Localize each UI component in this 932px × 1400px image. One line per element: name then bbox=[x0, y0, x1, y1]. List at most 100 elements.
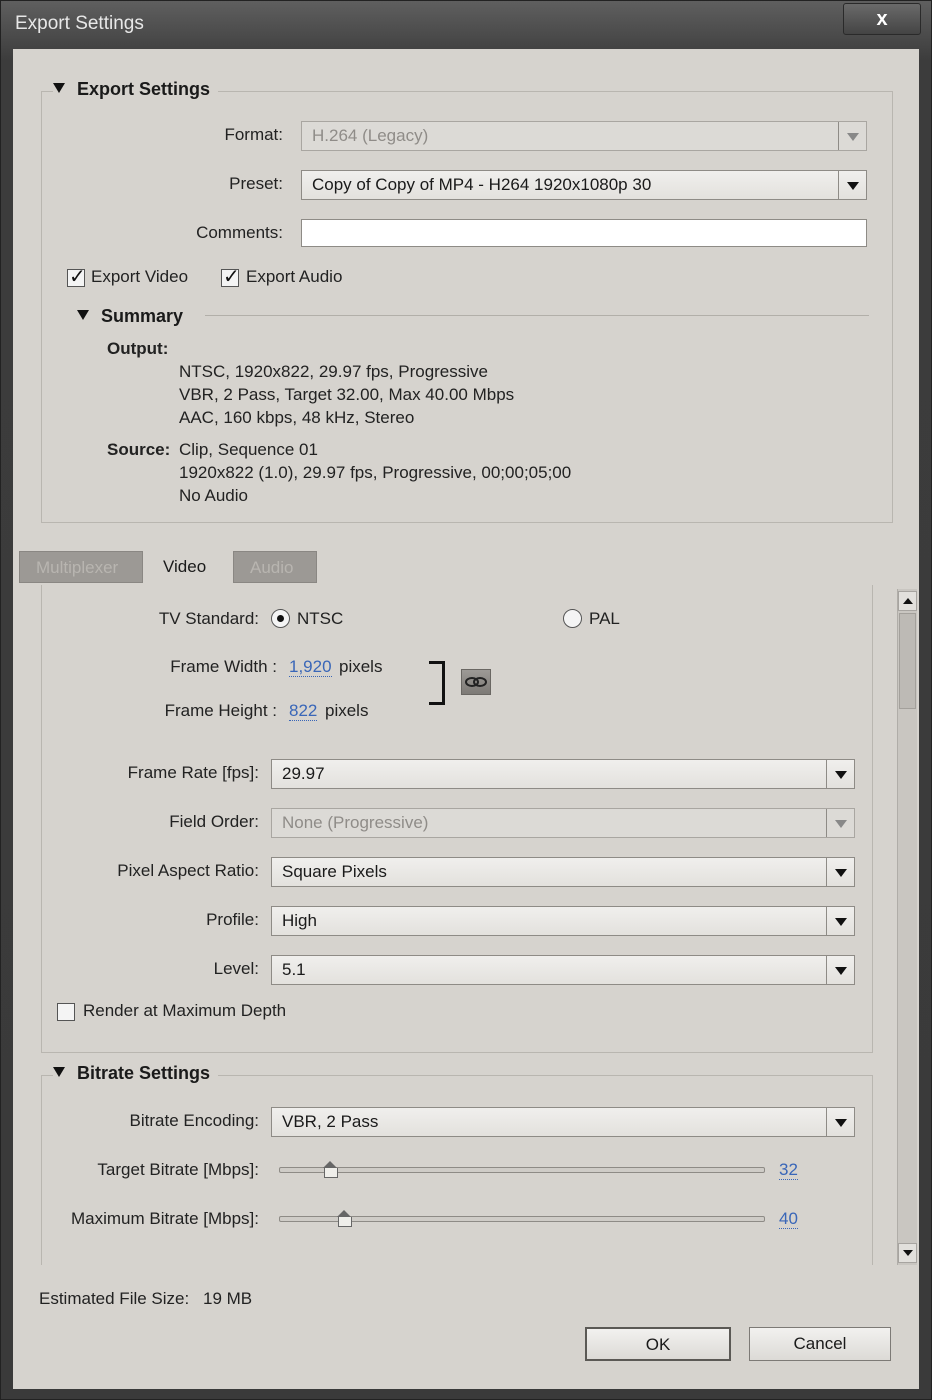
chevron-down-icon bbox=[826, 1108, 854, 1136]
ntsc-radio[interactable] bbox=[271, 609, 290, 628]
max-bitrate-value[interactable]: 40 bbox=[779, 1209, 798, 1229]
source-line-3: No Audio bbox=[179, 486, 248, 505]
export-settings-window: Export Settings x Export Settings Format… bbox=[0, 0, 932, 1400]
tab-video[interactable]: Video bbox=[147, 551, 231, 583]
summary-heading[interactable]: Summary bbox=[77, 306, 183, 327]
preset-value: Copy of Copy of MP4 - H264 1920x1080p 30 bbox=[312, 175, 652, 194]
link-glyph-icon bbox=[465, 677, 487, 687]
level-label: Level: bbox=[213, 959, 259, 978]
output-line-2: VBR, 2 Pass, Target 32.00, Max 40.00 Mbp… bbox=[179, 385, 515, 404]
window-title: Export Settings bbox=[15, 13, 144, 34]
source-line-2: 1920x822 (1.0), 29.97 fps, Progressive, … bbox=[179, 463, 572, 482]
profile-dropdown[interactable]: High bbox=[271, 906, 855, 936]
profile-value: High bbox=[282, 911, 317, 930]
summary-heading-label: Summary bbox=[101, 306, 184, 326]
collapse-triangle-icon[interactable] bbox=[77, 310, 89, 320]
preset-dropdown[interactable]: Copy of Copy of MP4 - H264 1920x1080p 30 bbox=[301, 170, 867, 200]
pal-radio[interactable] bbox=[563, 609, 582, 628]
target-bitrate-value[interactable]: 32 bbox=[779, 1160, 798, 1180]
dialog-body: Export Settings Format: H.264 (Legacy) P… bbox=[13, 49, 919, 1389]
frame-height-label: Frame Height : bbox=[164, 701, 277, 720]
bitrate-encoding-label: Bitrate Encoding: bbox=[129, 1111, 259, 1130]
scroll-down-arrow-icon[interactable] bbox=[898, 1243, 917, 1263]
max-bitrate-link[interactable]: 40 bbox=[779, 1209, 798, 1229]
ntsc-label[interactable]: NTSC bbox=[297, 609, 343, 629]
target-bitrate-slider[interactable] bbox=[279, 1167, 765, 1173]
export-settings-heading-label: Export Settings bbox=[77, 79, 211, 99]
profile-label: Profile: bbox=[206, 910, 259, 929]
tab-multiplexer[interactable]: Multiplexer bbox=[19, 551, 143, 583]
comments-field[interactable] bbox=[301, 219, 867, 247]
frame-rate-value: 29.97 bbox=[282, 764, 325, 783]
frame-height-value[interactable]: 822 bbox=[289, 701, 318, 721]
output-line-1: NTSC, 1920x822, 29.97 fps, Progressive bbox=[179, 362, 488, 381]
close-button[interactable]: x bbox=[843, 3, 921, 35]
max-bitrate-label: Maximum Bitrate [Mbps]: bbox=[71, 1209, 259, 1228]
video-settings-pane: TV Standard: NTSC PAL Frame Width : 1,92… bbox=[15, 585, 919, 1265]
chevron-down-icon bbox=[838, 171, 866, 199]
checkmark-icon: ✓ bbox=[69, 266, 86, 288]
field-order-label: Field Order: bbox=[169, 812, 259, 831]
target-bitrate-label: Target Bitrate [Mbps]: bbox=[97, 1160, 259, 1179]
scroll-up-arrow-icon[interactable] bbox=[898, 591, 917, 611]
level-dropdown[interactable]: 5.1 bbox=[271, 955, 855, 985]
title-bar: Export Settings x bbox=[1, 1, 932, 49]
export-settings-heading[interactable]: Export Settings bbox=[53, 79, 219, 100]
summary-divider bbox=[205, 315, 869, 316]
file-size-value: 19 MB bbox=[203, 1289, 253, 1308]
file-size-label: Estimated File Size: bbox=[39, 1289, 190, 1308]
frame-height-unit: pixels bbox=[325, 701, 369, 720]
source-line-1: Clip, Sequence 01 bbox=[179, 440, 318, 459]
ok-button[interactable]: OK bbox=[585, 1327, 731, 1361]
scrollbar-thumb[interactable] bbox=[899, 613, 916, 709]
bitrate-encoding-value: VBR, 2 Pass bbox=[282, 1112, 379, 1131]
frame-rate-label: Frame Rate [fps]: bbox=[127, 763, 259, 782]
max-bitrate-thumb[interactable] bbox=[337, 1210, 352, 1227]
export-video-checkbox[interactable]: ✓ bbox=[67, 266, 86, 288]
frame-height-link[interactable]: 822 bbox=[289, 701, 318, 721]
bitrate-encoding-dropdown[interactable]: VBR, 2 Pass bbox=[271, 1107, 855, 1137]
target-bitrate-link[interactable]: 32 bbox=[779, 1160, 798, 1180]
frame-width-link[interactable]: 1,920 bbox=[289, 657, 332, 677]
frame-rate-dropdown[interactable]: 29.97 bbox=[271, 759, 855, 789]
format-dropdown[interactable]: H.264 (Legacy) bbox=[301, 121, 867, 151]
chevron-down-icon bbox=[838, 122, 866, 150]
output-line-3: AAC, 160 kbps, 48 kHz, Stereo bbox=[179, 408, 415, 427]
export-audio-label[interactable]: Export Audio bbox=[246, 267, 342, 287]
constrain-bracket-icon bbox=[429, 661, 445, 705]
export-audio-checkbox[interactable]: ✓ bbox=[221, 266, 240, 288]
frame-width-value[interactable]: 1,920 bbox=[289, 657, 332, 677]
vertical-scrollbar[interactable] bbox=[897, 589, 917, 1265]
cancel-button[interactable]: Cancel bbox=[749, 1327, 891, 1361]
radio-dot-icon bbox=[277, 615, 284, 622]
collapse-triangle-icon[interactable] bbox=[53, 83, 65, 93]
par-dropdown[interactable]: Square Pixels bbox=[271, 857, 855, 887]
par-value: Square Pixels bbox=[282, 862, 387, 881]
field-order-value: None (Progressive) bbox=[282, 813, 429, 832]
chain-link-icon[interactable] bbox=[461, 669, 491, 695]
chevron-down-icon bbox=[826, 956, 854, 984]
preset-label: Preset: bbox=[229, 174, 283, 193]
bitrate-heading-label: Bitrate Settings bbox=[77, 1063, 211, 1083]
field-order-dropdown[interactable]: None (Progressive) bbox=[271, 808, 855, 838]
chevron-down-icon bbox=[826, 907, 854, 935]
format-label: Format: bbox=[224, 125, 283, 144]
comments-label: Comments: bbox=[196, 223, 283, 242]
chevron-down-icon bbox=[826, 858, 854, 886]
target-bitrate-thumb[interactable] bbox=[323, 1161, 338, 1178]
format-value: H.264 (Legacy) bbox=[312, 126, 429, 145]
pal-label[interactable]: PAL bbox=[589, 609, 620, 629]
level-value: 5.1 bbox=[282, 960, 306, 979]
source-label: Source: bbox=[107, 440, 171, 459]
render-max-depth-checkbox[interactable] bbox=[57, 1003, 75, 1021]
checkmark-icon: ✓ bbox=[223, 266, 240, 288]
output-label: Output: bbox=[107, 339, 169, 358]
render-max-depth-label[interactable]: Render at Maximum Depth bbox=[83, 1001, 286, 1021]
frame-width-label: Frame Width : bbox=[170, 657, 277, 676]
bitrate-settings-heading[interactable]: Bitrate Settings bbox=[53, 1063, 219, 1084]
tab-audio[interactable]: Audio bbox=[233, 551, 317, 583]
export-video-label[interactable]: Export Video bbox=[91, 267, 188, 287]
collapse-triangle-icon[interactable] bbox=[53, 1067, 65, 1077]
chevron-down-icon bbox=[826, 760, 854, 788]
par-label: Pixel Aspect Ratio: bbox=[117, 861, 259, 880]
